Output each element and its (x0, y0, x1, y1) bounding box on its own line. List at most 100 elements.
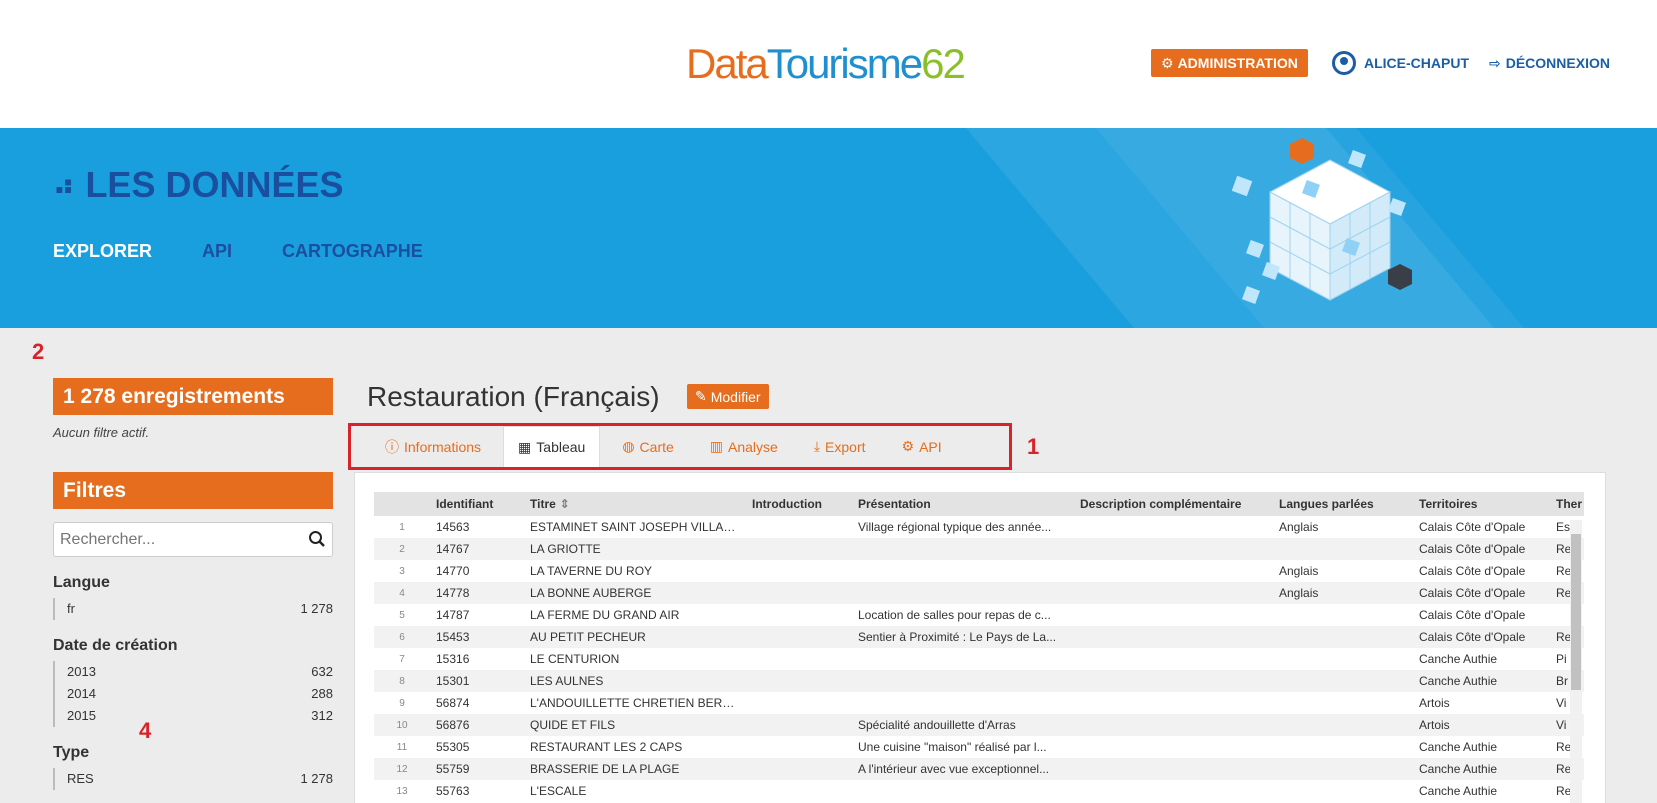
table-cell: LA BONNE AUBERGE (524, 582, 746, 604)
section-nav: EXPLORER API CARTOGRAPHE (53, 241, 423, 262)
facet-option[interactable]: 2014 288 (53, 683, 333, 705)
row-number: 9 (399, 697, 405, 709)
table-cell: Une cuisine "maison" réalisé par l... (858, 740, 1047, 754)
table-cell (1074, 626, 1273, 648)
table-cell: ESTAMINET SAINT JOSEPH VILLAGE (530, 520, 741, 534)
table-cell: Calais Côte d'Opale (1419, 520, 1526, 534)
scrollbar-thumb[interactable] (1571, 534, 1581, 690)
table-cell: Sentier à Proximité : Le Pays de La... (852, 626, 1074, 648)
table-cell (1273, 736, 1413, 758)
column-header[interactable]: Identifiant (430, 492, 524, 516)
nav-api[interactable]: API (202, 241, 232, 262)
table-row[interactable]: 3 14770 LA TAVERNE DU ROY Anglais Calais Côt… (374, 560, 1584, 582)
table-scrollbar[interactable] (1570, 520, 1582, 803)
dataset-title: Restauration (Français) (367, 381, 660, 412)
table-row[interactable]: 5 14787 LA FERME DU GRAND AIR Location de s… (374, 604, 1584, 626)
table-cell: Calais Côte d'Opale (1413, 626, 1550, 648)
facet-option[interactable]: 2013 632 (53, 661, 333, 683)
column-header[interactable]: Titre ⇕ (524, 492, 746, 516)
table-cell (1273, 648, 1413, 670)
table-cell (852, 648, 1074, 670)
table-cell: 15301 (430, 670, 524, 692)
sign-out-icon: ⇨ (1489, 54, 1501, 71)
row-number: 5 (399, 609, 405, 621)
table-cell (852, 560, 1074, 582)
column-header[interactable]: Introduction (746, 492, 852, 516)
column-header[interactable]: Ther (1550, 492, 1584, 516)
column-header[interactable]: Description complémentaire (1074, 492, 1273, 516)
table-cell (746, 714, 852, 736)
nav-cartographe[interactable]: CARTOGRAPHE (282, 241, 423, 262)
column-header[interactable]: Présentation (852, 492, 1074, 516)
table-row[interactable]: 9 56874 L'ANDOUILLETTE CHRETIEN BERN... Art… (374, 692, 1584, 714)
table-row[interactable]: 7 15316 LE CENTURION Canche Authie Pi (374, 648, 1584, 670)
tab-analyse[interactable]: ▥ Analyse (696, 426, 792, 467)
table-cell: Anglais (1273, 582, 1413, 604)
table-row[interactable]: 12 55759 BRASSERIE DE LA PLAGE A l'intérieu… (374, 758, 1584, 780)
table-cell: LA FERME DU GRAND AIR (530, 608, 680, 622)
tab-carte[interactable]: ◍ Carte (608, 426, 687, 467)
table-row[interactable]: 8 15301 LES AULNES Canche Authie Br (374, 670, 1584, 692)
datatourisme-logo[interactable]: DataTourisme62 (686, 40, 966, 88)
table-row[interactable]: 2 14767 LA GRIOTTE Calais Côte d'Opale Re (374, 538, 1584, 560)
tab-label: API (919, 438, 942, 455)
facet-option[interactable]: fr 1 278 (53, 598, 333, 620)
column-header[interactable] (374, 492, 430, 516)
table-row[interactable]: 4 14778 LA BONNE AUBERGE Anglais Calais Côte… (374, 582, 1584, 604)
table-cell (1074, 780, 1273, 802)
table-cell (746, 582, 852, 604)
facet-option[interactable]: RES 1 278 (53, 768, 333, 790)
table-cell (852, 670, 1074, 692)
table-cell (1273, 626, 1413, 648)
facet-option-label: RES (67, 771, 94, 786)
row-number: 11 (396, 741, 408, 753)
table-cell: A l'intérieur avec vue exceptionnel... (852, 758, 1074, 780)
facet-option-count: 1 278 (300, 771, 333, 786)
search-input[interactable] (54, 523, 284, 556)
table-cell: Calais Côte d'Opale (1419, 608, 1526, 622)
table-row[interactable]: 11 55305 RESTAURANT LES 2 CAPS Une cuisine … (374, 736, 1584, 758)
table-cell (746, 626, 852, 648)
nav-explorer[interactable]: EXPLORER (53, 241, 152, 262)
table-cell: Artois (1419, 696, 1450, 710)
tab-api[interactable]: ⚙ API (888, 426, 956, 467)
tab-informations[interactable]: ⓘ Informations (371, 426, 495, 467)
table-cell (1273, 604, 1413, 626)
table-cell: Canche Authie (1413, 758, 1550, 780)
row-number: 2 (374, 538, 430, 560)
facet-langue: Langue fr 1 278 (53, 574, 333, 620)
table-cell (1273, 692, 1413, 714)
logo-part-data: Data (686, 40, 769, 87)
logout-link[interactable]: ⇨ DÉCONNEXION (1489, 49, 1610, 77)
administration-button[interactable]: ⚙ ADMINISTRATION (1151, 49, 1308, 77)
user-menu[interactable]: ALICE-CHAPUT (1332, 49, 1469, 77)
tab-label: Export (825, 438, 866, 455)
table-row[interactable]: 1 14563 ESTAMINET SAINT JOSEPH VILLAGE Vill… (374, 516, 1584, 538)
row-number: 7 (399, 653, 405, 665)
no-filter-text: Aucun filtre actif. (53, 425, 150, 440)
table-cell: Anglais (1279, 520, 1319, 534)
tab-export[interactable]: ⤓ Export (800, 426, 880, 467)
facet-option[interactable]: 2015 312 (53, 705, 333, 727)
table-row[interactable]: 6 15453 AU PETIT PECHEUR Sentier à Proximit… (374, 626, 1584, 648)
filters-header: Filtres (53, 472, 333, 509)
table-cell: Village régional typique des année... (858, 520, 1052, 534)
sort-icon[interactable]: ⇕ (560, 497, 570, 511)
table-row[interactable]: 10 56876 QUIDE ET FILS Spécialité andouille… (374, 714, 1584, 736)
download-icon: ⤓ (813, 438, 821, 454)
table-cell (1273, 538, 1413, 560)
table-row[interactable]: 13 55763 L'ESCALE Canche Authie Re (374, 780, 1584, 802)
search-box (53, 522, 333, 557)
search-icon[interactable] (308, 530, 326, 548)
modify-button[interactable]: ✎ Modifier (687, 384, 769, 409)
table-cell (1074, 736, 1273, 758)
table-cell (1273, 758, 1413, 780)
table-cell: Location de salles pour repas de c... (858, 608, 1051, 622)
logo-part-tourisme: Tourisme (766, 40, 923, 87)
column-header[interactable]: Territoires (1413, 492, 1550, 516)
table-cell: Artois (1413, 714, 1550, 736)
tab-tableau[interactable]: ▦ Tableau (503, 426, 601, 467)
table-body: 1 14563 ESTAMINET SAINT JOSEPH VILLAGE Vill… (374, 516, 1584, 802)
table-cell: 15453 (430, 626, 524, 648)
column-header[interactable]: Langues parlées (1273, 492, 1413, 516)
